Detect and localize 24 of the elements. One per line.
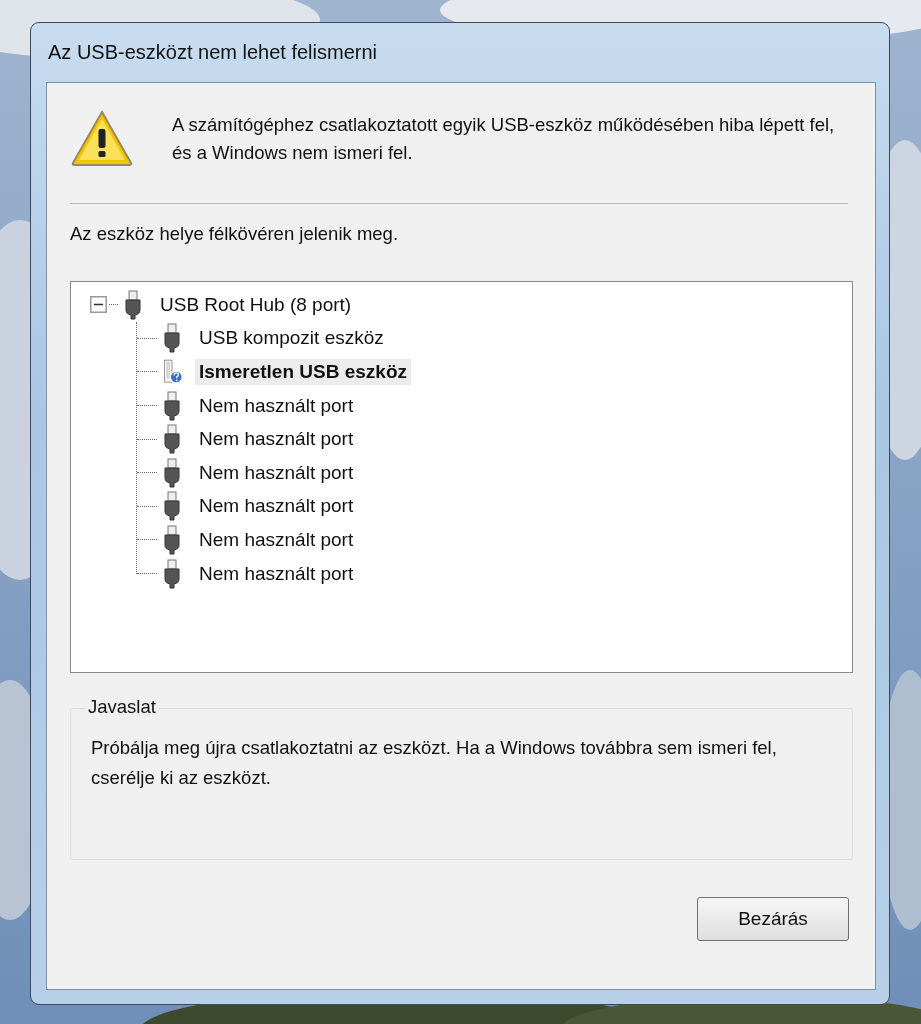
tree-item[interactable]: Ismeretlen USB eszköz xyxy=(195,359,412,385)
tree-item[interactable]: Nem használt port xyxy=(195,426,358,453)
tree-item[interactable]: USB Root Hub (8 port) xyxy=(156,291,356,318)
collapse-toggle[interactable] xyxy=(90,296,107,314)
suggestion-text: Próbálja meg újra csatlakoztatni az eszközt. Ha a Windows továbbra sem ismeri fel, cserélje ki az eszközt. xyxy=(91,736,778,790)
usb-plug-icon xyxy=(122,289,144,320)
tree-item[interactable]: USB kompozit eszköz xyxy=(195,325,388,352)
tree-item[interactable]: Nem használt port xyxy=(195,392,358,419)
window-title: Az USB-eszközt nem lehet felismerni xyxy=(47,41,377,64)
usb-plug-icon xyxy=(161,457,183,488)
usb-plug-icon xyxy=(161,424,183,455)
usb-plug-icon xyxy=(161,491,183,522)
tree-item[interactable]: Nem használt port xyxy=(195,526,358,553)
usb-plug-icon xyxy=(161,323,183,354)
tree-item[interactable]: Nem használt port xyxy=(195,560,358,587)
usb-plug-icon xyxy=(161,390,183,421)
tree-item[interactable]: Nem használt port xyxy=(195,459,358,486)
usb-plug-icon xyxy=(161,524,183,555)
tree-item[interactable]: Nem használt port xyxy=(195,493,358,520)
usb-plug-icon xyxy=(161,558,183,589)
warning-icon xyxy=(70,109,134,167)
error-message: A számítógéphez csatlakoztatott egyik USB-eszköz működésében hiba lépett fel, és a Windows nem ismeri fel. xyxy=(172,113,836,165)
close-button[interactable]: Bezárás xyxy=(697,897,849,941)
location-note: Az eszköz helye félkövéren jelenik meg. xyxy=(70,223,400,245)
